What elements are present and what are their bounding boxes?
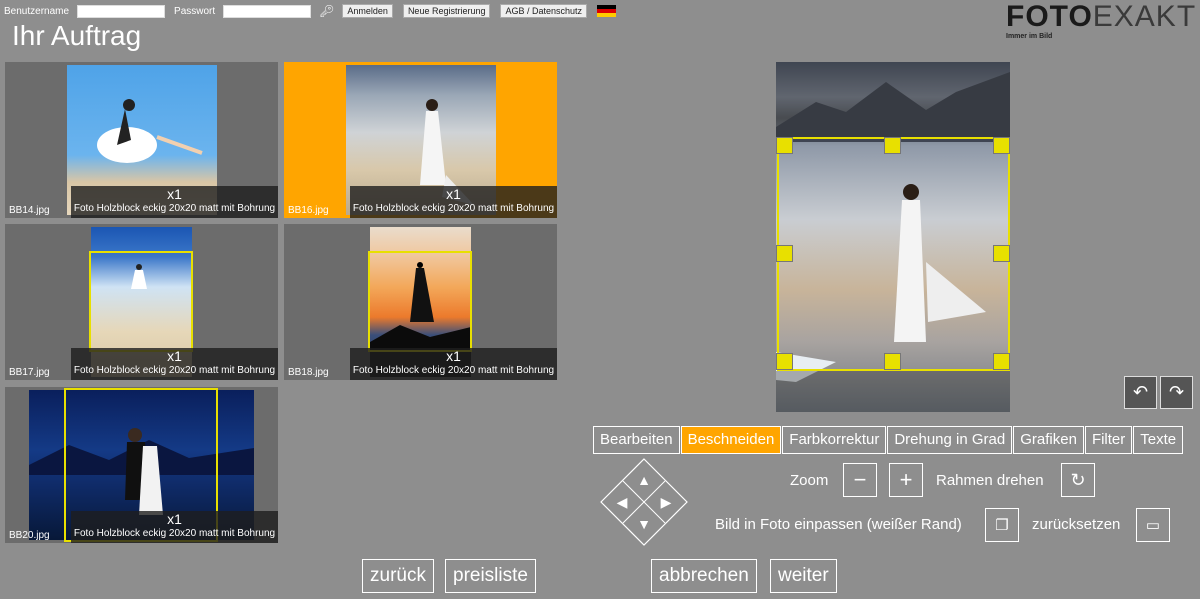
- crop-handle-middle-left[interactable]: [776, 245, 793, 262]
- password-label: Passwort: [174, 5, 216, 17]
- crop-indicator: [89, 251, 193, 352]
- pricelist-button[interactable]: preisliste: [445, 559, 536, 593]
- terms-button[interactable]: AGB / Datenschutz: [500, 4, 588, 18]
- username-input[interactable]: [77, 4, 166, 18]
- item-quantity: x1: [167, 348, 182, 364]
- tab-farbkorrektur[interactable]: Farbkorrektur: [782, 426, 887, 454]
- crop-handle-bottom-center[interactable]: [884, 353, 901, 370]
- rotate-right-icon[interactable]: ↷: [1160, 376, 1193, 409]
- order-item-bb17[interactable]: x1 Foto Holzblock eckig 20x20 matt mit B…: [5, 224, 278, 380]
- crop-handle-top-center[interactable]: [884, 137, 901, 154]
- crop-handle-bottom-left[interactable]: [776, 353, 793, 370]
- item-quantity: x1: [167, 186, 182, 202]
- tab-drehung[interactable]: Drehung in Grad: [887, 426, 1013, 454]
- item-product: Foto Holzblock eckig 20x20 matt mit Bohr…: [352, 203, 555, 214]
- username-label: Benutzername: [4, 5, 70, 17]
- back-button[interactable]: zurück: [362, 559, 434, 593]
- tab-bearbeiten[interactable]: Bearbeiten: [593, 426, 680, 454]
- item-filename: BB16.jpg: [288, 205, 329, 216]
- item-product: Foto Holzblock eckig 20x20 matt mit Bohr…: [73, 203, 276, 214]
- crop-frame[interactable]: [777, 137, 1010, 371]
- tab-texte[interactable]: Texte: [1133, 426, 1184, 454]
- crop-outside-bottom: [776, 371, 1010, 412]
- login-bar: Benutzername Passwort 🔑︎ Anmelden Neue R…: [0, 0, 617, 22]
- crop-handle-top-right[interactable]: [993, 137, 1010, 154]
- order-item-bb16[interactable]: x1 Foto Holzblock eckig 20x20 matt mit B…: [284, 62, 557, 218]
- edit-tabs: Bearbeiten Beschneiden Farbkorrektur Dre…: [593, 426, 1184, 454]
- login-button[interactable]: Anmelden: [342, 4, 393, 18]
- item-product: Foto Holzblock eckig 20x20 matt mit Bohr…: [352, 365, 555, 376]
- page-title: Ihr Auftrag: [12, 20, 142, 51]
- rotate-frame-label: Rahmen drehen: [936, 472, 1044, 489]
- logo-word-exakt: EXAKT: [1092, 0, 1197, 33]
- item-product: Foto Holzblock eckig 20x20 matt mit Bohr…: [73, 365, 276, 376]
- item-quantity: x1: [446, 348, 461, 364]
- move-pad: ▲ ◀ ▶ ▼: [599, 457, 689, 547]
- tab-grafiken[interactable]: Grafiken: [1013, 426, 1084, 454]
- tab-beschneiden[interactable]: Beschneiden: [680, 426, 782, 454]
- zoom-in-button[interactable]: +: [889, 463, 923, 497]
- crop-outside-top: [776, 62, 1010, 137]
- key-icon[interactable]: 🔑︎: [319, 4, 334, 18]
- move-down-icon[interactable]: ▼: [629, 509, 659, 539]
- item-product: Foto Holzblock eckig 20x20 matt mit Bohr…: [73, 528, 276, 539]
- fit-image-icon[interactable]: ❐: [985, 508, 1019, 542]
- order-item-bb18[interactable]: x1 Foto Holzblock eckig 20x20 matt mit B…: [284, 224, 557, 380]
- rotate-left-icon[interactable]: ↶: [1124, 376, 1157, 409]
- logo-word-foto: FOTO: [1006, 0, 1093, 33]
- crop-indicator: [368, 251, 472, 352]
- zoom-label: Zoom: [790, 472, 829, 489]
- item-caption: x1 Foto Holzblock eckig 20x20 matt mit B…: [350, 186, 557, 218]
- tab-filter[interactable]: Filter: [1084, 426, 1133, 454]
- crop-handle-top-left[interactable]: [776, 137, 793, 154]
- order-item-bb20[interactable]: x1 Foto Holzblock eckig 20x20 matt mit B…: [5, 387, 278, 543]
- german-flag-icon[interactable]: [597, 4, 617, 18]
- item-filename: BB18.jpg: [288, 367, 329, 378]
- item-caption: x1 Foto Holzblock eckig 20x20 matt mit B…: [71, 186, 278, 218]
- crop-handle-middle-right[interactable]: [993, 245, 1010, 262]
- item-filename: BB14.jpg: [9, 205, 50, 216]
- item-quantity: x1: [446, 186, 461, 202]
- rotate-frame-icon[interactable]: ↻: [1061, 463, 1095, 497]
- reset-icon[interactable]: ▭: [1136, 508, 1170, 542]
- logo-tagline: Immer im Bild: [1006, 33, 1053, 40]
- item-filename: BB17.jpg: [9, 367, 50, 378]
- password-input[interactable]: [223, 4, 312, 18]
- item-quantity: x1: [167, 511, 182, 527]
- item-caption: x1 Foto Holzblock eckig 20x20 matt mit B…: [350, 348, 557, 380]
- fit-image-label: Bild in Foto einpassen (weißer Rand): [715, 516, 962, 533]
- next-button[interactable]: weiter: [770, 559, 837, 593]
- register-button[interactable]: Neue Registrierung: [402, 4, 491, 18]
- logo: FOTOEXAKT Immer im Bild: [1006, 0, 1197, 41]
- item-caption: x1 Foto Holzblock eckig 20x20 matt mit B…: [71, 511, 278, 543]
- zoom-out-button[interactable]: −: [843, 463, 877, 497]
- item-caption: x1 Foto Holzblock eckig 20x20 matt mit B…: [71, 348, 278, 380]
- item-filename: BB20.jpg: [9, 530, 50, 541]
- order-item-bb14[interactable]: x1 Foto Holzblock eckig 20x20 matt mit B…: [5, 62, 278, 218]
- crop-handle-bottom-right[interactable]: [993, 353, 1010, 370]
- cancel-button[interactable]: abbrechen: [651, 559, 757, 593]
- reset-label: zurücksetzen: [1032, 516, 1121, 533]
